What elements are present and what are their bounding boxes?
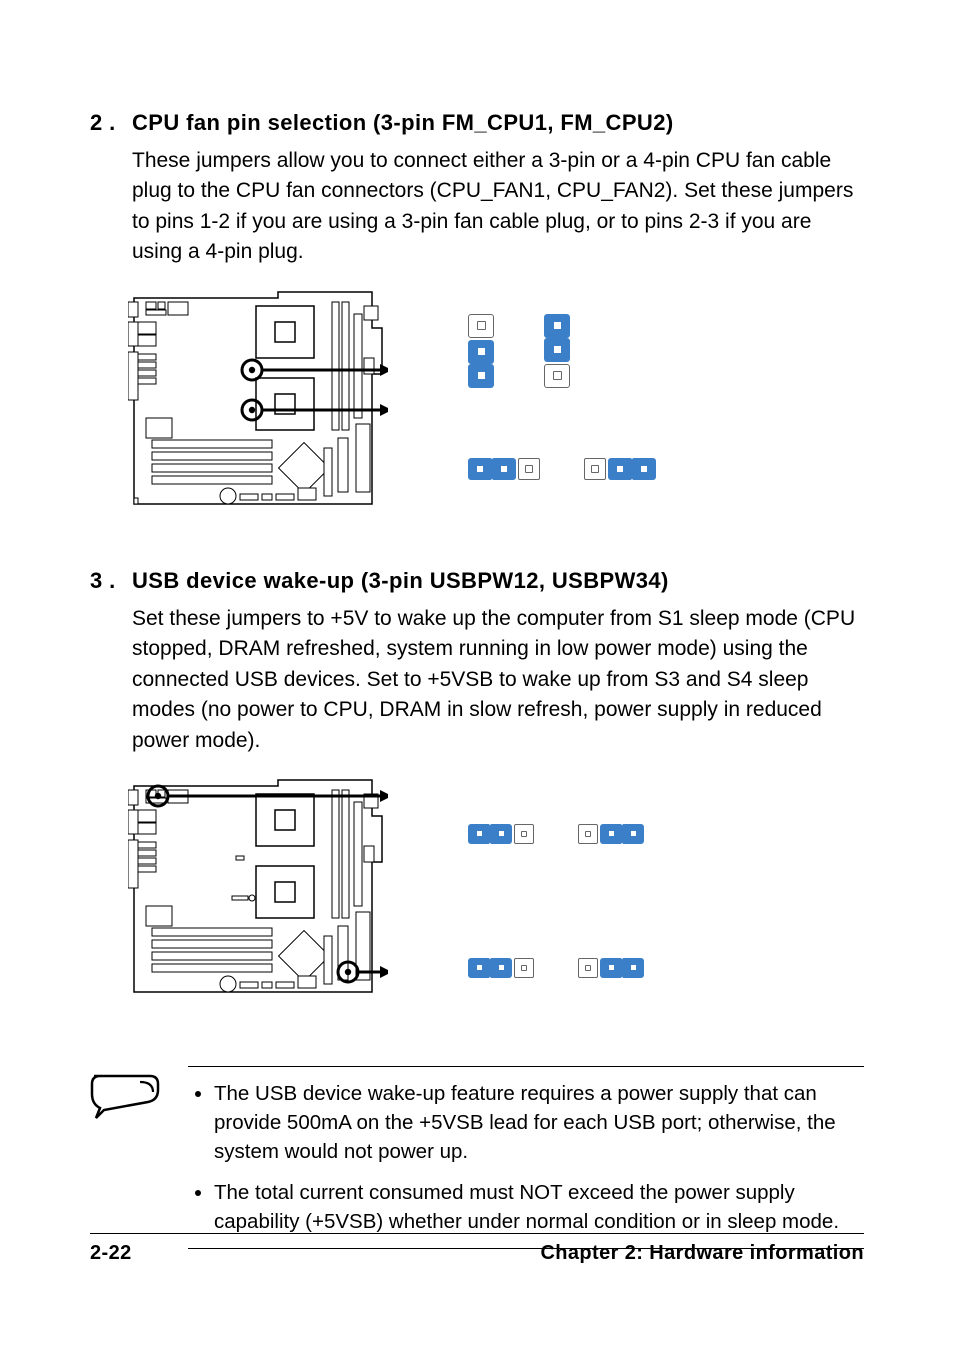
section-3-body: Set these jumpers to +5V to wake up the …	[132, 604, 864, 756]
motherboard-diagram-2	[128, 776, 388, 1006]
section-3-title: USB device wake-up (3-pin USBPW12, USBPW…	[132, 568, 864, 594]
figure-2	[128, 776, 864, 1006]
note-icon	[90, 1072, 162, 1122]
notes-block: The USB device wake-up feature requires …	[90, 1066, 864, 1250]
jumper-usbpw34	[468, 958, 644, 978]
jumper-usbpw12	[468, 824, 644, 844]
page-footer: 2-22 Chapter 2: Hardware information	[90, 1233, 864, 1265]
chapter-title: Chapter 2: Hardware information	[540, 1242, 864, 1265]
section-2-number: 2 .	[90, 110, 132, 268]
section-2: 2 . CPU fan pin selection (3-pin FM_CPU1…	[90, 110, 864, 268]
figure-1	[128, 288, 864, 518]
page-number: 2-22	[90, 1242, 132, 1265]
section-3-number: 3 .	[90, 568, 132, 756]
section-3: 3 . USB device wake-up (3-pin USBPW12, U…	[90, 568, 864, 756]
section-2-body: These jumpers allow you to connect eithe…	[132, 146, 864, 268]
motherboard-diagram-1	[128, 288, 388, 518]
jumper-fm-cpu1	[468, 314, 656, 388]
note-bullet-1: The USB device wake-up feature requires …	[214, 1079, 864, 1166]
section-2-title: CPU fan pin selection (3-pin FM_CPU1, FM…	[132, 110, 864, 136]
jumper-fm-cpu2	[468, 458, 656, 480]
page-root: 2 . CPU fan pin selection (3-pin FM_CPU1…	[0, 0, 954, 1351]
note-bullet-2: The total current consumed must NOT exce…	[214, 1178, 864, 1236]
